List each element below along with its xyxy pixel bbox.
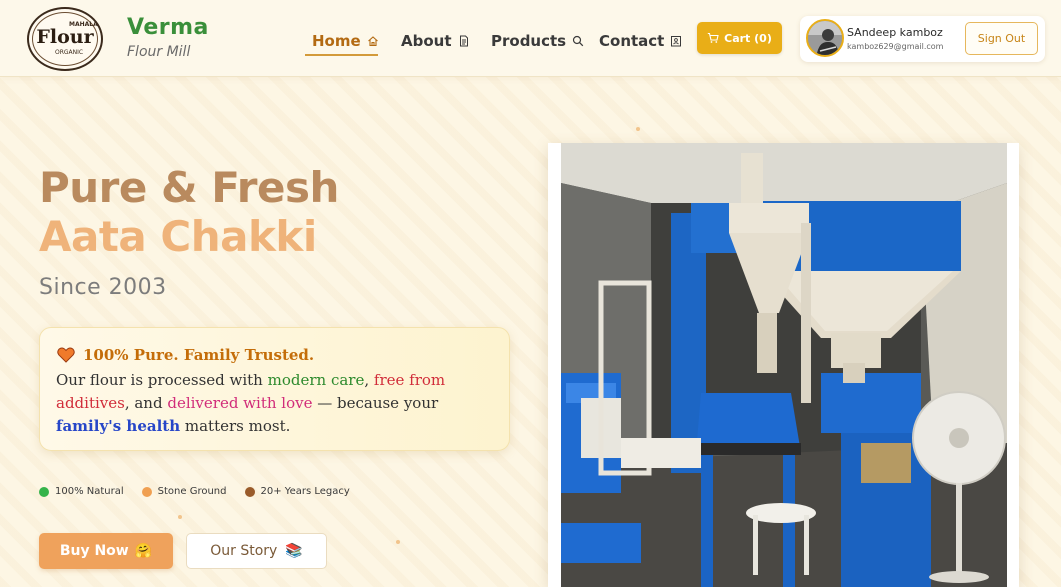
buy-now-label: Buy Now: [59, 543, 129, 559]
feature-list: 100% Natural Stone Ground 20+ Years Lega…: [39, 486, 368, 497]
search-icon: [573, 35, 584, 47]
document-icon: [459, 35, 468, 47]
flour-mill-machinery-image: [561, 143, 1007, 587]
sign-out-button[interactable]: Sign Out: [965, 22, 1038, 55]
nav-about[interactable]: About: [401, 28, 470, 54]
nav-home-label: Home: [312, 32, 361, 50]
contact-card-icon: [671, 36, 682, 47]
trust-body: Our flour is processed with modern care,…: [56, 369, 496, 438]
trust-card: 100% Pure. Family Trusted. Our flour is …: [39, 327, 510, 451]
user-card: SAndeep kamboz kamboz629@gmail.com Sign …: [800, 16, 1045, 62]
nav-contact[interactable]: Contact: [599, 28, 682, 54]
trust-highlight: family's health: [56, 417, 181, 435]
our-story-label: Our Story: [210, 543, 278, 559]
trust-heading: 100% Pure. Family Trusted.: [57, 346, 314, 364]
green-dot-icon: [39, 486, 49, 497]
our-story-button[interactable]: Our Story 📚: [186, 533, 327, 569]
decorative-dot: [396, 540, 400, 544]
trust-text: — because your: [312, 394, 439, 412]
nav-active-underline: [305, 54, 378, 56]
user-name: SAndeep kamboz: [847, 26, 943, 39]
home-icon: [367, 36, 378, 47]
brand-name[interactable]: Verma: [127, 15, 209, 40]
feature-label: 100% Natural: [55, 486, 124, 497]
user-email: kamboz629@gmail.com: [847, 42, 944, 51]
heart-icon: [57, 347, 75, 363]
trust-text: ,: [364, 371, 374, 389]
trust-text: , and: [124, 394, 168, 412]
avatar-photo: [808, 21, 842, 55]
hug-emoji-icon: 🤗: [134, 543, 153, 559]
feature-stone-ground: Stone Ground: [141, 486, 227, 497]
feature-legacy: 20+ Years Legacy: [244, 486, 350, 497]
cart-icon: [707, 32, 719, 43]
nav-products[interactable]: Products: [491, 28, 584, 54]
orange-dot-icon: [141, 486, 152, 497]
logo-word: Flour: [36, 26, 94, 48]
since-text: Since 2003: [39, 275, 167, 300]
cart-label: Cart (0): [724, 31, 772, 45]
site-header: MAHALA Flour ORGANIC Verma Flour Mill Ho…: [0, 0, 1061, 77]
brown-dot-icon: [244, 486, 255, 497]
trust-highlight: delivered with love: [167, 394, 313, 412]
nav-about-label: About: [401, 32, 452, 50]
hero-title-line1: Pure & Fresh: [39, 163, 339, 212]
trust-text: matters most.: [180, 417, 291, 435]
feature-label: Stone Ground: [157, 486, 227, 497]
hero-title-line2: Aata Chakki: [39, 212, 317, 261]
decorative-dot: [178, 515, 182, 519]
buy-now-button[interactable]: Buy Now 🤗: [39, 533, 173, 569]
brand-logo[interactable]: MAHALA Flour ORGANIC: [27, 7, 103, 71]
trust-highlight: modern care: [267, 371, 365, 389]
feature-natural: 100% Natural: [39, 486, 124, 497]
flour-mill-photo: [561, 143, 1007, 587]
nav-products-label: Products: [491, 32, 567, 50]
hero-photo-frame: [548, 143, 1019, 587]
logo-bottom-text: ORGANIC: [55, 49, 84, 56]
books-emoji-icon: 📚: [285, 543, 303, 559]
trust-heading-text: 100% Pure. Family Trusted.: [83, 346, 315, 364]
decorative-dot: [636, 127, 640, 131]
feature-label: 20+ Years Legacy: [260, 486, 350, 497]
brand-subtitle: Flour Mill: [127, 44, 191, 60]
nav-contact-label: Contact: [599, 32, 665, 50]
nav-home[interactable]: Home: [312, 28, 379, 54]
avatar[interactable]: [806, 19, 844, 57]
cart-button[interactable]: Cart (0): [697, 22, 782, 54]
trust-text: Our flour is processed with: [56, 371, 268, 389]
